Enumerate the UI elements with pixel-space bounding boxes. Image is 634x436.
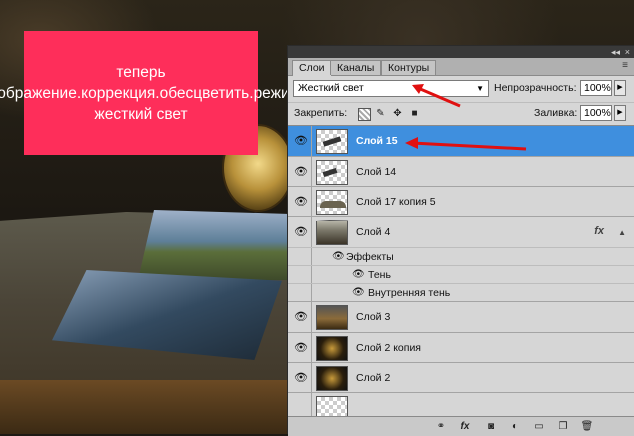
fill-slider-button[interactable]: ▶ bbox=[614, 105, 626, 121]
panel-title-bar[interactable]: ◂◂ × bbox=[288, 46, 634, 58]
delete-layer-icon[interactable]: 🗑 bbox=[580, 420, 594, 433]
opacity-field[interactable]: 100% bbox=[580, 80, 612, 96]
lock-transparency-icon[interactable] bbox=[358, 108, 371, 121]
layer-row[interactable]: 👁 Слой 2 bbox=[288, 363, 634, 393]
lock-all-icon[interactable]: ■ bbox=[409, 108, 420, 119]
panel-tabs: Слои Каналы Контуры ≡ bbox=[288, 58, 634, 76]
effects-row[interactable]: 👁 Эффекты bbox=[288, 248, 634, 266]
visibility-column: 👁 bbox=[288, 187, 312, 216]
new-layer-icon[interactable]: ❐ bbox=[556, 420, 570, 433]
layer-name: Слой 14 bbox=[356, 166, 397, 178]
landscape-image bbox=[138, 210, 298, 280]
layer-thumbnail bbox=[316, 220, 348, 245]
layer-row[interactable]: 👁 Слой 4 fx ▲ bbox=[288, 217, 634, 248]
layer-name: Слой 15 bbox=[356, 135, 398, 147]
tab-channels[interactable]: Каналы bbox=[330, 60, 382, 75]
adjustment-layer-icon[interactable]: ◐ bbox=[508, 420, 522, 433]
blend-opacity-row: Жесткий свет ▼ Непрозрачность: 100% ▶ bbox=[288, 77, 634, 99]
dropdown-arrow-icon: ▼ bbox=[476, 84, 484, 93]
layer-thumbnail bbox=[316, 305, 348, 330]
visibility-column: 👁 bbox=[288, 363, 312, 392]
layer-effects-icon[interactable]: fx bbox=[594, 225, 604, 237]
layer-row[interactable]: 👁 Слой 14 bbox=[288, 157, 634, 187]
new-group-icon[interactable]: ▭ bbox=[532, 420, 546, 433]
eye-icon[interactable]: 👁 bbox=[294, 226, 308, 238]
layer-row[interactable]: 👁 Слой 2 копия bbox=[288, 333, 634, 363]
layers-toolbar: ⚭ fx ◙ ◐ ▭ ❐ 🗑 bbox=[288, 416, 634, 436]
effect-row[interactable]: 👁 Тень bbox=[288, 266, 634, 284]
visibility-column bbox=[288, 393, 312, 416]
add-style-icon[interactable]: fx bbox=[458, 420, 472, 433]
lock-move-icon[interactable]: ✥ bbox=[392, 108, 403, 119]
visibility-column: 👁 bbox=[288, 217, 312, 247]
fill-field[interactable]: 100% bbox=[580, 105, 612, 121]
add-mask-icon[interactable]: ◙ bbox=[484, 420, 498, 433]
layer-thumbnail bbox=[316, 336, 348, 361]
visibility-column: 👁 bbox=[288, 157, 312, 186]
effect-name: Внутренняя тень bbox=[368, 287, 451, 299]
layer-row[interactable]: 👁 Слой 17 копия 5 bbox=[288, 187, 634, 217]
layers-panel: ◂◂ × Слои Каналы Контуры ≡ Жесткий свет … bbox=[287, 45, 634, 436]
eye-icon[interactable]: 👁 bbox=[332, 251, 345, 263]
opacity-slider-button[interactable]: ▶ bbox=[614, 80, 626, 96]
layer-thumbnail bbox=[316, 160, 348, 185]
instruction-note: теперь изображение.коррекция.обесцветить… bbox=[0, 31, 300, 155]
layer-name: Слой 17 копия 5 bbox=[356, 196, 436, 208]
layer-name: Слой 3 bbox=[356, 311, 391, 323]
layer-name: Слой 2 копия bbox=[356, 342, 421, 354]
eye-icon[interactable]: 👁 bbox=[294, 342, 308, 354]
visibility-column: 👁 bbox=[288, 126, 312, 156]
eye-icon[interactable]: 👁 bbox=[294, 372, 308, 384]
eye-icon[interactable]: 👁 bbox=[294, 196, 308, 208]
collapse-icon[interactable]: ◂◂ bbox=[611, 46, 620, 58]
blend-mode-select[interactable]: Жесткий свет ▼ bbox=[293, 80, 489, 97]
layer-row[interactable]: 👁 Слой 3 bbox=[288, 302, 634, 333]
layer-thumbnail bbox=[316, 129, 348, 154]
effect-row[interactable]: 👁 Внутренняя тень bbox=[288, 284, 634, 302]
eye-icon[interactable]: 👁 bbox=[294, 166, 308, 178]
lock-label: Закрепить: bbox=[294, 107, 348, 119]
fill-label: Заливка: bbox=[534, 107, 578, 119]
book-cover-image bbox=[0, 380, 300, 434]
close-icon[interactable]: × bbox=[625, 46, 630, 58]
layer-row[interactable]: 👁 Слой 15 bbox=[288, 126, 634, 157]
panel-menu-icon[interactable]: ≡ bbox=[622, 60, 628, 71]
instruction-note-text: теперь изображение.коррекция.обесцветить… bbox=[0, 63, 301, 123]
layer-thumbnail bbox=[316, 396, 348, 416]
visibility-column bbox=[288, 266, 312, 283]
effects-label: Эффекты bbox=[346, 251, 394, 263]
lock-paint-icon[interactable]: ✎ bbox=[375, 108, 386, 119]
expand-effects-icon[interactable]: ▲ bbox=[618, 228, 626, 237]
layer-row[interactable] bbox=[288, 393, 634, 416]
visibility-column: 👁 bbox=[288, 302, 312, 332]
lock-fill-row: Закрепить: ✎ ✥ ■ Заливка: 100% ▶ bbox=[288, 102, 634, 123]
eye-icon[interactable]: 👁 bbox=[352, 287, 365, 299]
layer-name: Слой 4 bbox=[356, 226, 391, 238]
visibility-column: 👁 bbox=[288, 333, 312, 362]
opacity-label: Непрозрачность: bbox=[494, 82, 577, 94]
eye-icon[interactable]: 👁 bbox=[294, 311, 308, 323]
tab-paths[interactable]: Контуры bbox=[381, 60, 437, 75]
tab-layers[interactable]: Слои bbox=[292, 60, 332, 76]
blend-mode-value: Жесткий свет bbox=[298, 82, 364, 94]
layer-name: Слой 2 bbox=[356, 372, 391, 384]
visibility-column bbox=[288, 284, 312, 301]
layer-thumbnail bbox=[316, 366, 348, 391]
effect-name: Тень bbox=[368, 269, 391, 281]
layer-thumbnail bbox=[316, 190, 348, 215]
visibility-column bbox=[288, 248, 312, 265]
layers-list: 👁 Слой 15 👁 Слой 14 👁 Слой 17 копия 5 👁 … bbox=[288, 125, 634, 416]
eye-icon[interactable]: 👁 bbox=[294, 135, 308, 147]
link-layers-icon[interactable]: ⚭ bbox=[434, 420, 448, 433]
eye-icon[interactable]: 👁 bbox=[352, 269, 365, 281]
